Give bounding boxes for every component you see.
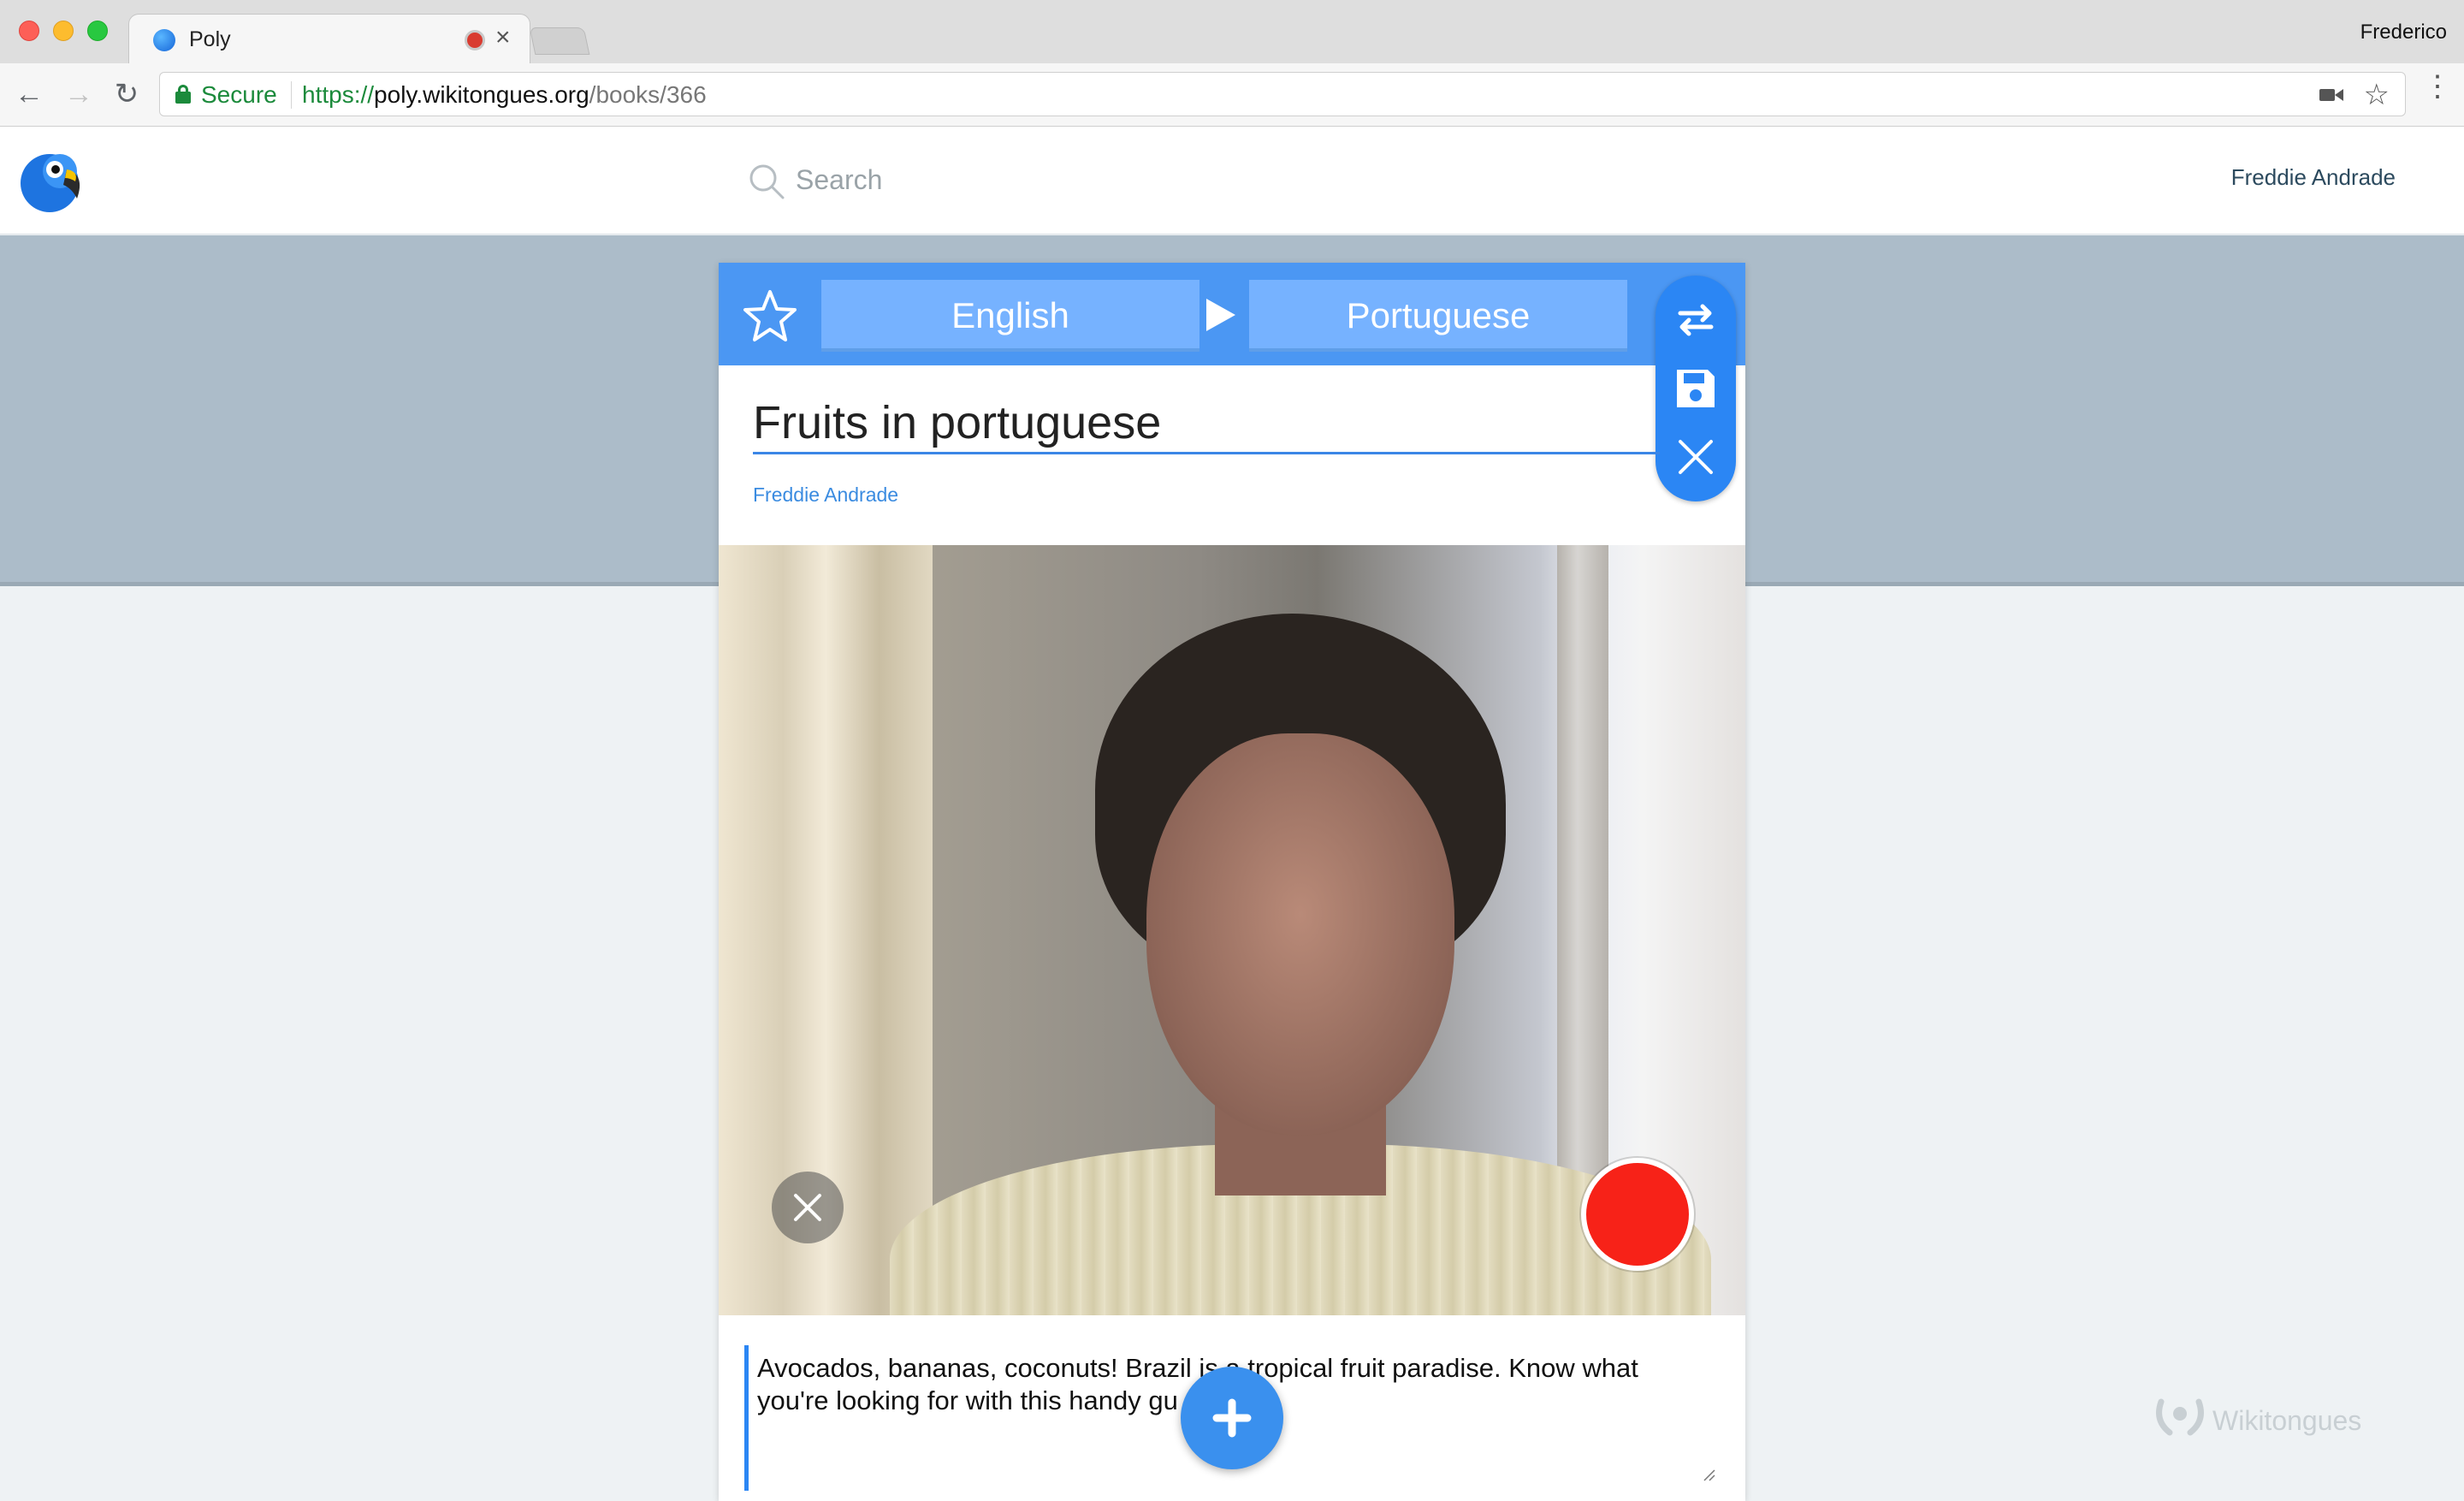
- video-person-face: [1146, 733, 1454, 1136]
- app-header: Freddie Andrade: [0, 127, 2464, 234]
- source-language-button[interactable]: English: [821, 280, 1199, 352]
- recording-indicator-icon: [465, 30, 485, 50]
- url-scheme: https://: [302, 81, 375, 108]
- plus-icon: [1212, 1398, 1252, 1438]
- lock-icon: [175, 85, 191, 104]
- add-entry-button[interactable]: [1181, 1367, 1283, 1469]
- browser-tab[interactable]: Poly ×: [128, 14, 530, 63]
- url-text[interactable]: https://poly.wikitongues.org/books/366: [302, 81, 707, 109]
- browser-toolbar: ← → ↻ Secure https://poly.wikitongues.or…: [0, 63, 2464, 127]
- poly-favicon-icon: [153, 29, 175, 51]
- record-button[interactable]: [1581, 1158, 1694, 1271]
- reload-icon[interactable]: ↻: [108, 75, 145, 113]
- resize-grip-icon[interactable]: [1701, 1467, 1716, 1482]
- user-menu-link[interactable]: Freddie Andrade: [2231, 164, 2396, 191]
- search-input[interactable]: [796, 157, 1223, 202]
- action-toolbar: [1656, 276, 1736, 501]
- url-path: /books/366: [589, 81, 707, 108]
- profile-name[interactable]: Frederico: [2360, 21, 2447, 44]
- direction-arrow-icon: [1206, 299, 1235, 331]
- watermark-text: Wikitongues: [2212, 1405, 2362, 1436]
- target-language-button[interactable]: Portuguese: [1249, 280, 1627, 352]
- wikitongues-logo-icon: [2156, 1398, 2204, 1436]
- tab-close-icon[interactable]: ×: [495, 23, 511, 52]
- window-close-button[interactable]: [19, 21, 39, 41]
- webcam-preview: [719, 545, 1745, 1315]
- close-icon: [794, 1194, 821, 1221]
- book-title-input[interactable]: [753, 393, 1660, 454]
- search-icon[interactable]: [748, 163, 785, 200]
- tab-title: Poly: [189, 27, 231, 51]
- book-card: English Portuguese Freddie Andrade: [719, 263, 1745, 1501]
- forward-arrow-icon[interactable]: →: [60, 75, 98, 113]
- save-floppy-icon[interactable]: [1670, 363, 1721, 414]
- secure-label: Secure: [201, 81, 277, 108]
- language-bar: English Portuguese: [719, 263, 1745, 365]
- favorite-star-icon[interactable]: [743, 288, 797, 343]
- window-zoom-button[interactable]: [87, 21, 108, 41]
- address-bar[interactable]: Secure https://poly.wikitongues.org/book…: [159, 72, 2406, 116]
- window-minimize-button[interactable]: [53, 21, 74, 41]
- url-divider: [291, 81, 292, 109]
- close-editor-icon[interactable]: [1670, 431, 1721, 483]
- camera-icon[interactable]: [2319, 87, 2343, 103]
- browser-titlebar: Poly × Frederico: [0, 0, 2464, 63]
- discard-recording-button[interactable]: [772, 1172, 844, 1243]
- poly-parrot-logo-icon[interactable]: [17, 145, 86, 214]
- browser-menu-icon[interactable]: ⋮: [2423, 72, 2452, 101]
- new-tab-button[interactable]: [529, 27, 590, 55]
- swap-languages-icon[interactable]: [1670, 294, 1721, 346]
- bookmark-star-icon[interactable]: ☆: [2364, 78, 2390, 112]
- author-link[interactable]: Freddie Andrade: [753, 484, 898, 507]
- back-arrow-icon[interactable]: ←: [10, 75, 48, 113]
- url-host: poly.wikitongues.org: [374, 81, 589, 108]
